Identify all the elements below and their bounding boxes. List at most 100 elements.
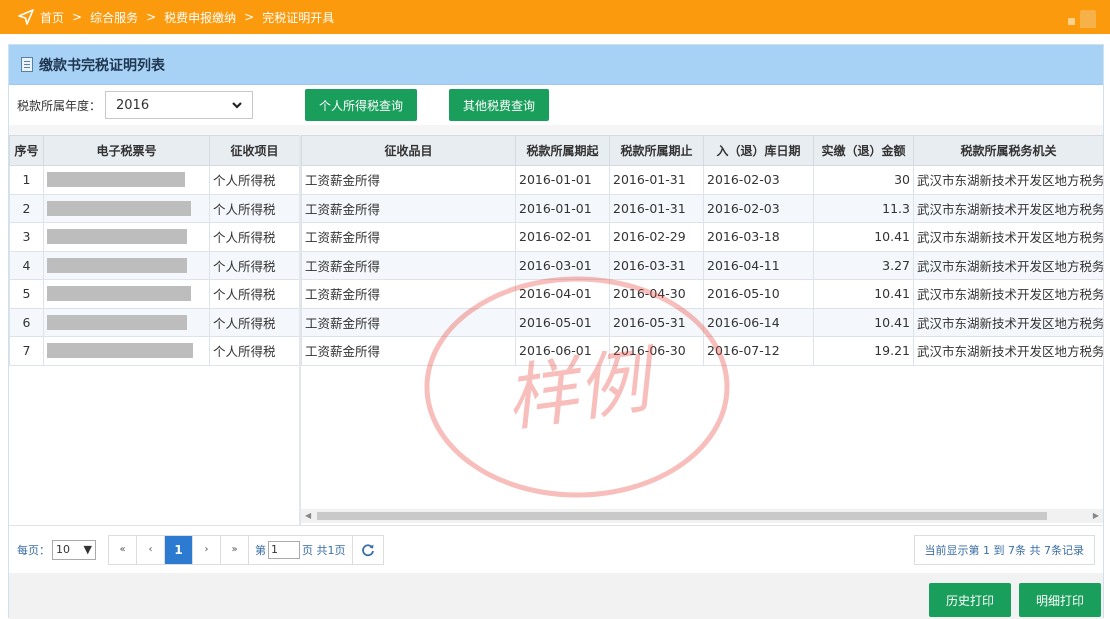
chevron-down-icon	[232, 102, 242, 109]
cell-item: 个人所得税	[209, 279, 300, 309]
col-header-amount[interactable]: 实缴（退）金额	[813, 135, 914, 166]
cell-no: 6	[9, 307, 44, 337]
cell-ticket-redacted	[43, 307, 210, 337]
breadcrumb-current: 完税证明开具	[262, 10, 335, 25]
page-total: 页 共1页	[302, 543, 346, 557]
current-page-button[interactable]: 1	[165, 535, 193, 564]
per-page-value: 10	[56, 543, 70, 556]
table-row[interactable]: 4 个人所得税	[9, 250, 300, 280]
cell-no: 1	[9, 165, 44, 195]
first-page-button[interactable]: «	[109, 535, 137, 564]
cell-entry-date: 2016-02-03	[703, 193, 814, 223]
cell-tax-office: 武汉市东湖新技术开发区地方税务局	[913, 336, 1104, 366]
cell-no: 2	[9, 193, 44, 223]
per-page-select[interactable]: 10 ▼	[52, 539, 96, 560]
cell-period-start: 2016-03-01	[515, 250, 610, 280]
cell-category: 工资薪金所得	[301, 307, 516, 337]
cell-category: 工资薪金所得	[301, 336, 516, 366]
last-page-button[interactable]: »	[221, 535, 249, 564]
panel-header: 缴款书完税证明列表	[9, 45, 1103, 85]
cell-ticket-redacted	[43, 165, 210, 195]
horizontal-scrollbar[interactable]: ◀ ▶	[301, 509, 1103, 523]
table-row[interactable]: 3 个人所得税	[9, 222, 300, 252]
iit-query-button[interactable]: 个人所得税查询	[305, 89, 418, 121]
redaction-bar	[47, 172, 185, 188]
table-row[interactable]: 工资薪金所得 2016-01-01 2016-01-31 2016-02-03 30 武汉…	[301, 165, 1104, 195]
cell-entry-date: 2016-02-03	[703, 165, 814, 195]
page-number-input[interactable]: 1	[268, 540, 300, 559]
table-row[interactable]: 6 个人所得税	[9, 307, 300, 337]
record-summary: 当前显示第 1 到 7条 共 7条记录	[913, 535, 1095, 565]
year-select[interactable]: 2016	[105, 91, 254, 119]
cell-ticket-redacted	[43, 193, 210, 223]
cell-period-end: 2016-04-30	[609, 279, 704, 309]
breadcrumb-tax-filing[interactable]: 税费申报缴纳	[164, 9, 236, 26]
cell-period-start: 2016-01-01	[515, 193, 610, 223]
history-print-button[interactable]: 历史打印	[929, 583, 1011, 617]
cell-amount: 10.41	[813, 307, 914, 337]
page-nav: « ‹ 1 › » 第 1 页 共1页	[108, 534, 384, 565]
col-header-entry-date[interactable]: 入（退）库日期	[703, 135, 814, 166]
col-header-tax-office[interactable]: 税款所属税务机关	[913, 135, 1104, 166]
per-page-label: 每页：	[17, 543, 50, 557]
col-header-period-end[interactable]: 税款所属期止	[609, 135, 704, 166]
scroll-columns-table: 征收品目 税款所属期起 税款所属期止 入（退）库日期 实缴（退）金额 税款所属税…	[301, 135, 1104, 366]
redaction-bar	[47, 200, 191, 216]
redaction-bar	[47, 286, 191, 302]
detail-print-button[interactable]: 明细打印	[1019, 583, 1101, 617]
other-tax-query-button[interactable]: 其他税费查询	[449, 89, 550, 121]
cell-period-end: 2016-05-31	[609, 307, 704, 337]
table-row[interactable]: 工资薪金所得 2016-02-01 2016-02-29 2016-03-18 10.4…	[301, 222, 1104, 252]
col-header-item[interactable]: 征收项目	[209, 135, 300, 166]
cell-amount: 10.41	[813, 279, 914, 309]
breadcrumb-services[interactable]: 综合服务	[90, 9, 138, 26]
col-header-category[interactable]: 征收品目	[301, 135, 516, 166]
cell-period-start: 2016-01-01	[515, 165, 610, 195]
breadcrumb-bar: 首页 > 综合服务 > 税费申报缴纳 > 完税证明开具	[0, 0, 1110, 34]
cell-item: 个人所得税	[209, 165, 300, 195]
cell-category: 工资薪金所得	[301, 222, 516, 252]
page-prefix: 第	[255, 543, 266, 557]
table-row[interactable]: 工资薪金所得 2016-01-01 2016-01-31 2016-02-03 11.3…	[301, 193, 1104, 223]
cell-tax-office: 武汉市东湖新技术开发区地方税务局	[913, 279, 1104, 309]
page-jump: 第 1 页 共1页	[249, 535, 353, 564]
cell-tax-office: 武汉市东湖新技术开发区地方税务局	[913, 193, 1104, 223]
table-row[interactable]: 工资薪金所得 2016-04-01 2016-04-30 2016-05-10 10.4…	[301, 279, 1104, 309]
col-header-no[interactable]: 序号	[9, 135, 44, 166]
cell-item: 个人所得税	[209, 222, 300, 252]
cell-category: 工资薪金所得	[301, 193, 516, 223]
scroll-left-icon[interactable]: ◀	[305, 511, 311, 520]
refresh-button[interactable]	[353, 536, 383, 564]
action-footer: 历史打印 明细打印	[9, 573, 1103, 619]
pagination-bar: 每页： 10 ▼ « ‹ 1 › » 第 1 页 共1页 当前显示第 1 到 7…	[9, 525, 1103, 573]
window-control-icon[interactable]	[1068, 10, 1098, 30]
table-row[interactable]: 工资薪金所得 2016-05-01 2016-05-31 2016-06-14 10.4…	[301, 307, 1104, 337]
col-header-period-start[interactable]: 税款所属期起	[515, 135, 610, 166]
year-value: 2016	[116, 97, 150, 113]
redaction-bar	[47, 314, 187, 330]
next-page-button[interactable]: ›	[193, 535, 221, 564]
cell-ticket-redacted	[43, 250, 210, 280]
table-row[interactable]: 工资薪金所得 2016-06-01 2016-06-30 2016-07-12 19.2…	[301, 336, 1104, 366]
refresh-icon	[361, 543, 374, 556]
breadcrumb-home[interactable]: 首页	[40, 9, 64, 26]
table-row[interactable]: 5 个人所得税	[9, 279, 300, 309]
certificate-panel: 缴款书完税证明列表 税款所属年度： 2016 个人所得税查询 其他税费查询 序号…	[8, 44, 1104, 619]
cell-period-end: 2016-01-31	[609, 165, 704, 195]
scroll-right-icon[interactable]: ▶	[1093, 511, 1099, 520]
cell-entry-date: 2016-04-11	[703, 250, 814, 280]
data-grid: 序号 电子税票号 征收项目 1 个人所得税 2 个人所得税 3 个人所得税 4 个人所得税 5 个…	[9, 135, 1104, 525]
col-header-ticket[interactable]: 电子税票号	[43, 135, 210, 166]
cell-period-end: 2016-03-31	[609, 250, 704, 280]
redaction-bar	[47, 343, 193, 359]
table-row[interactable]: 2 个人所得税	[9, 193, 300, 223]
cell-period-start: 2016-06-01	[515, 336, 610, 366]
prev-page-button[interactable]: ‹	[137, 535, 165, 564]
scrollbar-thumb[interactable]	[317, 512, 1047, 520]
cell-no: 3	[9, 222, 44, 252]
cell-period-start: 2016-04-01	[515, 279, 610, 309]
table-row[interactable]: 工资薪金所得 2016-03-01 2016-03-31 2016-04-11 3.27…	[301, 250, 1104, 280]
table-row[interactable]: 1 个人所得税	[9, 165, 300, 195]
table-row[interactable]: 7 个人所得税	[9, 336, 300, 366]
cell-entry-date: 2016-03-18	[703, 222, 814, 252]
